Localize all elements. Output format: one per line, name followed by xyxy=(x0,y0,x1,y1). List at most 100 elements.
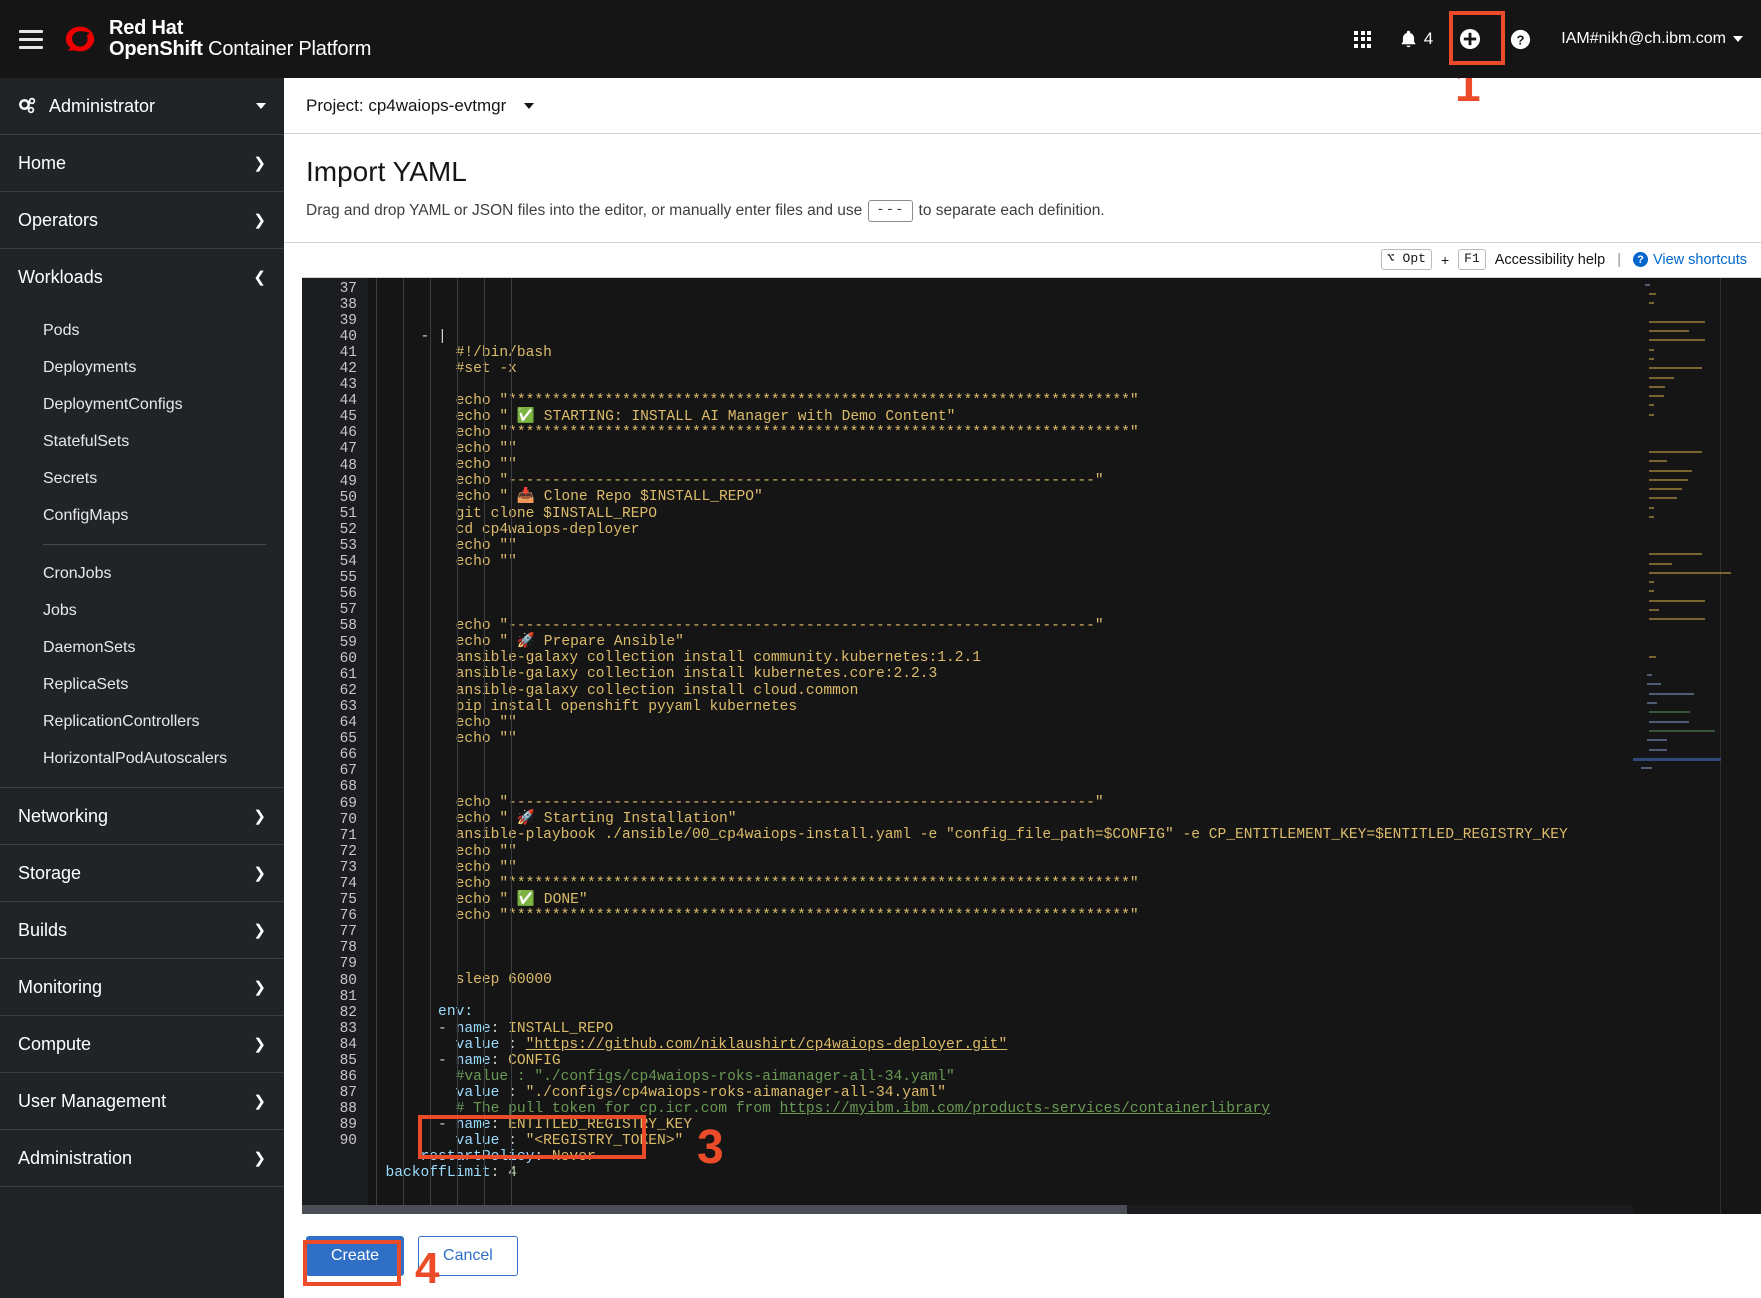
code-line: value : "./configs/cp4waiops-roks-aimana… xyxy=(368,1085,1761,1101)
perspective-switcher[interactable]: Administrator xyxy=(0,78,284,135)
sidebar-group-storage[interactable]: Storage ❯ xyxy=(0,845,284,902)
notifications-button[interactable]: 4 xyxy=(1390,16,1443,62)
code-token: : xyxy=(490,1165,509,1182)
code-token: echo "**********************************… xyxy=(368,425,1139,442)
plus-circle-icon[interactable] xyxy=(1447,16,1493,62)
create-button[interactable]: Create xyxy=(306,1235,405,1277)
chevron-down-icon xyxy=(256,103,266,109)
code-token: echo "" xyxy=(368,537,517,554)
perspective-label: Administrator xyxy=(49,95,156,116)
sidebar-item-pods[interactable]: Pods xyxy=(0,312,284,349)
editor-code-area[interactable]: - | #!/bin/bash #set -x echo "**********… xyxy=(368,277,1761,1214)
main-content: Project: cp4waiops-evtmgr Import YAML Dr… xyxy=(284,78,1761,1298)
sidebar-group-operators[interactable]: Operators ❯ xyxy=(0,192,284,249)
help-icon[interactable]: ? xyxy=(1497,16,1543,62)
svg-text:?: ? xyxy=(1516,32,1524,47)
code-token: git clone $INSTALL_REPO xyxy=(368,505,658,522)
code-line: git clone $INSTALL_REPO xyxy=(368,506,1761,522)
accessibility-help-label: Accessibility help xyxy=(1494,251,1606,268)
line-number: 77 xyxy=(339,924,357,941)
sidebar-group-user-management[interactable]: User Management ❯ xyxy=(0,1073,284,1130)
sidebar-item-cronjobs[interactable]: CronJobs xyxy=(0,555,284,592)
view-shortcuts-link[interactable]: ? View shortcuts xyxy=(1632,252,1747,268)
code-token: echo "**********************************… xyxy=(368,392,1139,409)
code-token: value xyxy=(455,1084,509,1101)
question-circle-glyph: ? xyxy=(1510,29,1530,49)
minimap-line xyxy=(1646,739,1668,742)
minimap-line xyxy=(1648,450,1702,453)
bell-icon xyxy=(1401,30,1416,47)
code-token: echo " ✅ STARTING: INSTALL AI Manager wi… xyxy=(368,408,956,425)
grid-apps-icon[interactable] xyxy=(1340,16,1386,62)
code-line: value : "<REGISTRY_TOKEN>" xyxy=(368,1133,1761,1149)
brand-logo[interactable]: Red Hat OpenShift Container Platform xyxy=(62,17,372,60)
hamburger-menu-icon[interactable] xyxy=(0,29,62,49)
sidebar-group-compute[interactable]: Compute ❯ xyxy=(0,1016,284,1073)
line-number: 42 xyxy=(339,360,357,377)
code-token: echo " 🚀 Prepare Ansible" xyxy=(368,634,684,651)
line-number: 86 xyxy=(339,1069,357,1086)
line-number: 60 xyxy=(339,650,357,667)
editor-horizontal-scrollbar[interactable] xyxy=(302,1205,1633,1214)
brand-container-platform: Container Platform xyxy=(202,38,372,60)
sidebar-item-horizontalpodautoscalers[interactable]: HorizontalPodAutoscalers xyxy=(0,740,284,777)
minimap-line xyxy=(1648,618,1705,621)
sidebar-item-statefulsets[interactable]: StatefulSets xyxy=(0,423,284,460)
line-number: 53 xyxy=(339,538,357,554)
sidebar-item-configmaps[interactable]: ConfigMaps xyxy=(0,497,284,534)
line-number: 79 xyxy=(339,956,357,973)
editor-minimap[interactable] xyxy=(1633,277,1761,1214)
project-selector[interactable]: Project: cp4waiops-evtmgr xyxy=(306,96,535,116)
line-number: 44 xyxy=(339,393,357,410)
sidebar-group-networking[interactable]: Networking ❯ xyxy=(0,788,284,845)
sidebar-item-replicasets[interactable]: ReplicaSets xyxy=(0,666,284,703)
sidebar-item-deploymentconfigs[interactable]: DeploymentConfigs xyxy=(0,386,284,423)
code-token: - xyxy=(368,1052,456,1069)
sidebar-group-home[interactable]: Home ❯ xyxy=(0,135,284,192)
minimap-line xyxy=(1648,609,1659,611)
code-line: echo "" xyxy=(368,844,1761,860)
user-menu[interactable]: IAM#nikh@ch.ibm.com xyxy=(1561,30,1743,48)
chevron-down-icon xyxy=(524,102,535,109)
minimap-line xyxy=(1648,729,1716,732)
sidebar-item-deployments[interactable]: Deployments xyxy=(0,349,284,386)
code-line: sleep 60000 xyxy=(368,972,1761,988)
sidebar-group-user-management-label: User Management xyxy=(18,1090,167,1111)
line-number: 90 xyxy=(339,1133,357,1150)
code-token: CONFIG xyxy=(508,1052,561,1069)
code-line: ansible-galaxy collection install cloud.… xyxy=(368,683,1761,699)
sidebar-group-workloads[interactable]: Workloads ❮ xyxy=(0,249,284,306)
yaml-editor[interactable]: 37 38 39 40 41 42 43 44 45 46 47 48 49 50 51 52 53 54 55 56… xyxy=(302,276,1761,1214)
line-number: 56 xyxy=(339,586,357,603)
sidebar-group-builds[interactable]: Builds ❯ xyxy=(0,902,284,959)
code-line: restartPolicy: Never xyxy=(368,1149,1761,1165)
sidebar-group-administration[interactable]: Administration ❯ xyxy=(0,1130,284,1187)
line-number: 62 xyxy=(339,682,357,699)
code-token: : xyxy=(508,1084,526,1101)
sidebar-item-daemonsets[interactable]: DaemonSets xyxy=(0,629,284,666)
code-line: - name: ENTITLED_REGISTRY_KEY xyxy=(368,1117,1761,1133)
line-number: 73 xyxy=(339,859,357,876)
sidebar-item-replicationcontrollers[interactable]: ReplicationControllers xyxy=(0,703,284,740)
code-line: echo "----------------------------------… xyxy=(368,473,1761,489)
code-token: value xyxy=(455,1036,509,1053)
code-token: : xyxy=(534,1149,552,1166)
code-token: name xyxy=(455,1052,491,1069)
sidebar-item-jobs[interactable]: Jobs xyxy=(0,592,284,629)
notification-count: 4 xyxy=(1423,29,1434,48)
sidebar-group-monitoring[interactable]: Monitoring ❯ xyxy=(0,959,284,1016)
sidebar-item-secrets[interactable]: Secrets xyxy=(0,460,284,497)
code-token: echo "" xyxy=(368,730,517,747)
code-line: pip install openshift pyyaml kubernetes xyxy=(368,699,1761,715)
code-line: echo "" xyxy=(368,554,1761,570)
minimap-line xyxy=(1640,767,1652,770)
code-token: : xyxy=(490,1117,509,1134)
minimap-line xyxy=(1648,599,1705,602)
code-line: - name: INSTALL_REPO xyxy=(368,1021,1761,1037)
code-token: echo "" xyxy=(368,441,517,458)
